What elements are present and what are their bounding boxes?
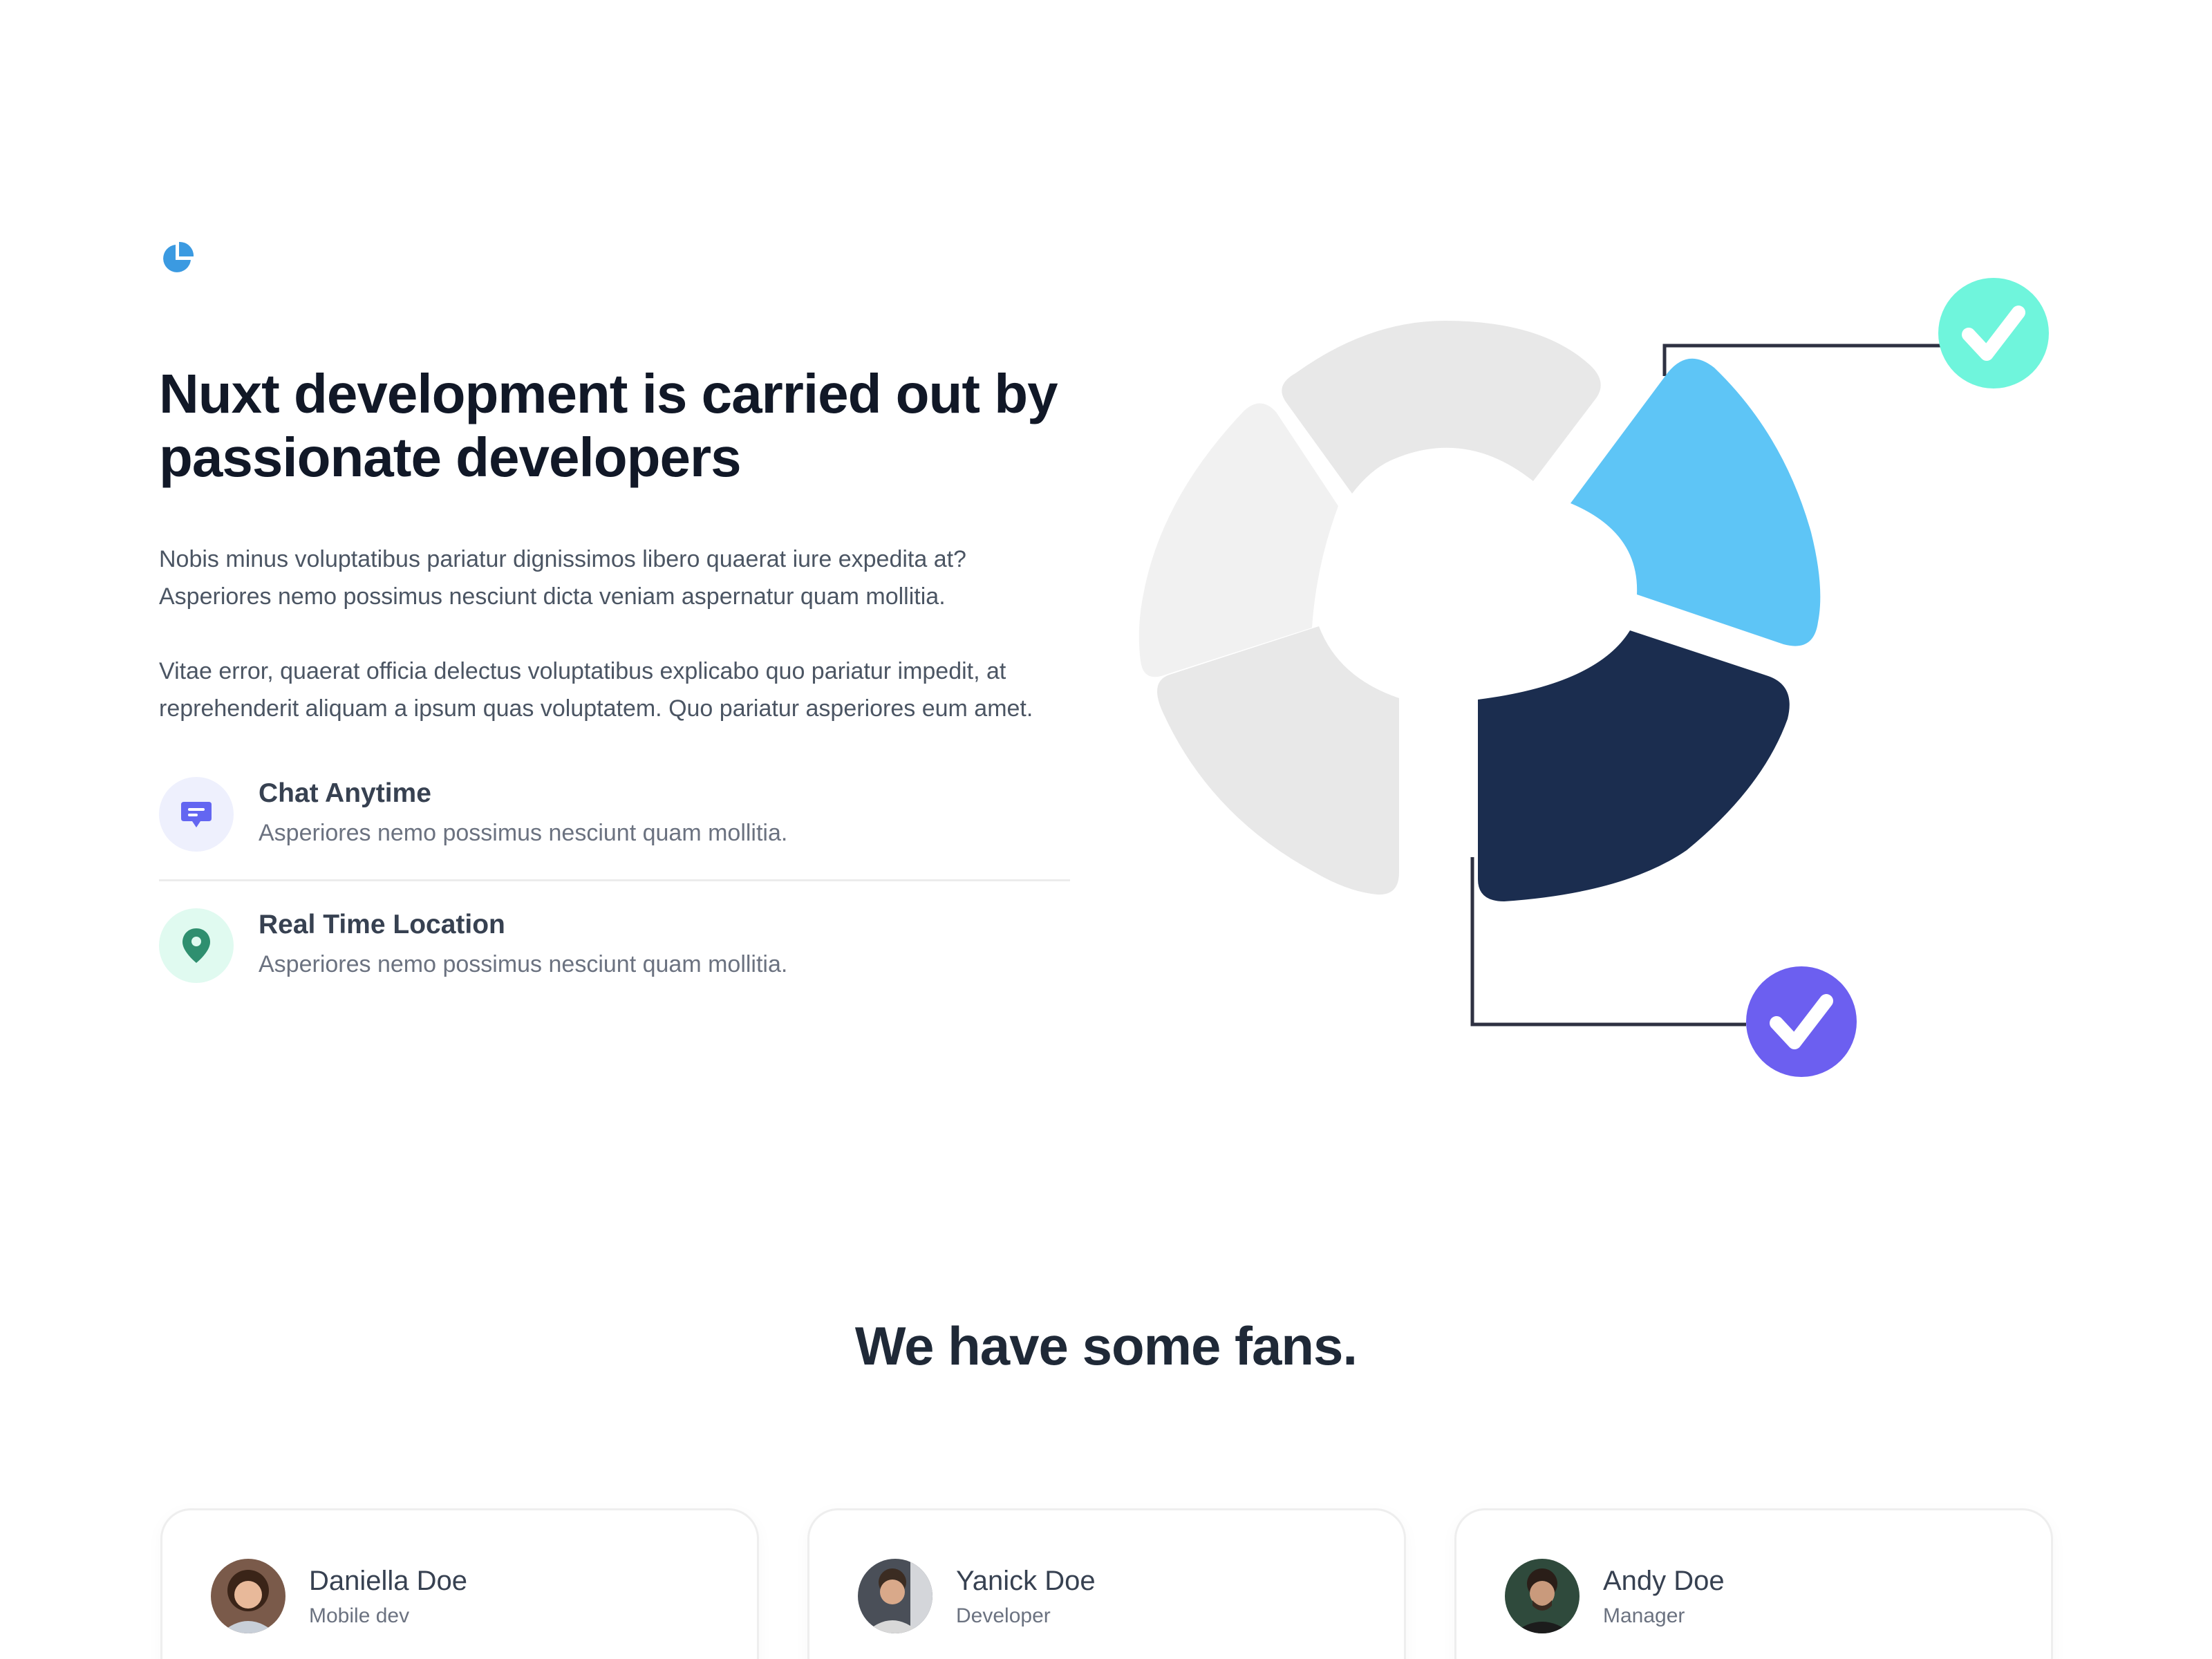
- hero-paragraph-2: Vitae error, quaerat officia delectus vo…: [159, 653, 1092, 727]
- feature-title: Real Time Location: [259, 910, 505, 939]
- logo-icon[interactable]: [160, 241, 195, 275]
- avatar: [1505, 1559, 1580, 1633]
- testimonial-name: Yanick Doe: [956, 1566, 1096, 1596]
- hero-title-line-1: Nuxt development is carried out by: [159, 363, 1058, 424]
- hero-paragraph-1-line-1: Nobis minus voluptatibus pariatur dignis…: [159, 546, 966, 572]
- feature-real-time-location: Real Time Location Asperiores nemo possi…: [159, 906, 1078, 995]
- testimonial-card: Daniella Doe Mobile dev: [160, 1508, 759, 1659]
- testimonial-role: Mobile dev: [309, 1604, 410, 1627]
- feature-description: Asperiores nemo possimus nesciunt quam m…: [259, 951, 788, 977]
- testimonial-card: Yanick Doe Developer: [807, 1508, 1406, 1659]
- segment-light-blue: [1571, 358, 1821, 646]
- hero-title-line-2: passionate developers: [159, 427, 742, 488]
- hero-title: Nuxt development is carried out by passi…: [159, 362, 1127, 489]
- hero-paragraph-1-line-2: Asperiores nemo possimus nesciunt dicta …: [159, 583, 946, 610]
- check-icon-teal: [1938, 278, 2049, 388]
- segment-top: [1282, 321, 1601, 494]
- testimonial-role: Manager: [1603, 1604, 1685, 1627]
- hero-illustration: [1138, 278, 2049, 1077]
- feature-divider: [159, 879, 1070, 881]
- check-icon-purple: [1746, 966, 1857, 1077]
- hero-paragraph-2-line-1: Vitae error, quaerat officia delectus vo…: [159, 658, 1006, 684]
- avatar: [858, 1559, 932, 1633]
- hero-paragraph-2-line-2: reprehenderit aliquam a ipsum quas volup…: [159, 695, 1033, 722]
- segment-bottom-left: [1157, 626, 1399, 895]
- testimonial-name: Andy Doe: [1603, 1566, 1725, 1596]
- chat-icon: [159, 777, 234, 852]
- feature-title: Chat Anytime: [259, 778, 431, 808]
- testimonial-name: Daniella Doe: [309, 1566, 468, 1596]
- testimonial-role: Developer: [956, 1604, 1051, 1627]
- location-pin-icon: [159, 908, 234, 983]
- feature-description: Asperiores nemo possimus nesciunt quam m…: [259, 820, 788, 846]
- fans-section-title: We have some fans.: [854, 1315, 1358, 1376]
- testimonial-card: Andy Doe Manager: [1454, 1508, 2053, 1659]
- feature-chat-anytime: Chat Anytime Asperiores nemo possimus ne…: [159, 774, 1078, 864]
- hero-paragraph-1: Nobis minus voluptatibus pariatur dignis…: [159, 541, 1092, 615]
- avatar: [211, 1559, 285, 1633]
- segment-navy: [1478, 630, 1790, 901]
